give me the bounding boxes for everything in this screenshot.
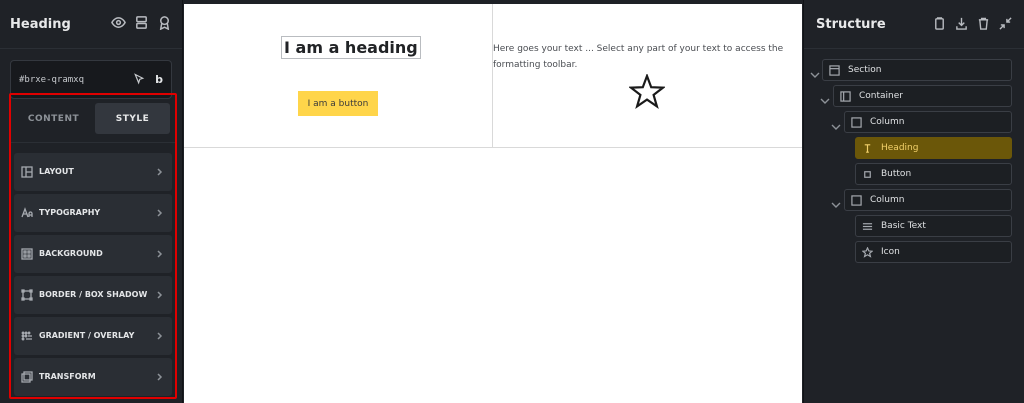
templates-icon[interactable] <box>134 15 149 34</box>
collapse-icon[interactable] <box>990 15 1012 34</box>
tree-node-column[interactable]: Column <box>844 111 1012 133</box>
canvas-basic-text[interactable]: Here goes your text ... Select any part … <box>493 41 793 73</box>
transform-icon <box>21 371 33 383</box>
border-icon <box>21 289 33 301</box>
tree-node-section[interactable]: Section <box>822 59 1012 81</box>
group-label: TYPOGRAPHY <box>39 208 101 217</box>
layout-icon <box>21 166 33 178</box>
caret-down-icon[interactable] <box>820 91 830 104</box>
group-label: BACKGROUND <box>39 249 103 258</box>
chevron-right-icon <box>157 291 163 299</box>
chevron-right-icon <box>157 250 163 258</box>
group-border-box-shadow[interactable]: BORDER / BOX SHADOW <box>14 276 172 314</box>
group-transform[interactable]: TRANSFORM <box>14 358 172 396</box>
group-gradient-overlay[interactable]: GRADIENT / OVERLAY <box>14 317 172 355</box>
tree-node-label: Section <box>848 65 882 75</box>
button-icon <box>864 170 871 178</box>
caret-down-icon[interactable] <box>831 195 841 208</box>
tree-node-icon[interactable]: Icon <box>855 241 1012 263</box>
canvas-column-1[interactable]: I am a heading I am a button <box>184 4 493 148</box>
structure-panel: Structure Section Container Column Headi… <box>803 0 1024 403</box>
group-background[interactable]: BACKGROUND <box>14 235 172 273</box>
container-icon <box>840 90 851 102</box>
element-panel-title: Heading <box>10 16 71 32</box>
group-typography[interactable]: TYPOGRAPHY <box>14 194 172 232</box>
group-label: BORDER / BOX SHADOW <box>39 290 148 299</box>
control-groups: LAYOUT TYPOGRAPHY BACKGROUND BORDER / BO… <box>11 143 175 396</box>
caret-down-icon[interactable] <box>831 117 841 130</box>
tree-node-basic-text[interactable]: Basic Text <box>855 215 1012 237</box>
tree-node-label: Icon <box>881 247 900 257</box>
background-icon <box>21 248 33 260</box>
gradient-icon <box>21 331 32 341</box>
element-panel-header: Heading <box>0 0 182 49</box>
tab-style[interactable]: STYLE <box>95 103 170 134</box>
structure-panel-title: Structure <box>816 16 886 32</box>
canvas-column-2[interactable]: Here goes your text ... Select any part … <box>493 4 802 148</box>
bold-class-icon[interactable]: b <box>155 73 163 86</box>
tree-node-heading[interactable]: Heading <box>855 137 1012 159</box>
typography-icon <box>21 207 33 218</box>
tree-node-container[interactable]: Container <box>833 85 1012 107</box>
badge-icon[interactable] <box>157 15 172 34</box>
builder-app: Heading #brxe-qramxq b CONTENT STYLE LAY… <box>0 0 1024 403</box>
column-icon <box>851 116 862 128</box>
tree-node-label: Column <box>870 117 905 127</box>
download-icon[interactable] <box>946 15 968 34</box>
tree-node-label: Heading <box>881 143 919 153</box>
panel-tabs: CONTENT STYLE <box>11 95 175 143</box>
chevron-right-icon <box>157 373 163 381</box>
group-label: LAYOUT <box>39 167 74 176</box>
star-icon <box>862 246 873 258</box>
group-layout[interactable]: LAYOUT <box>14 153 172 191</box>
chevron-right-icon <box>157 209 163 217</box>
tree-node-label: Button <box>881 169 912 179</box>
cursor-icon[interactable] <box>125 70 145 89</box>
clipboard-icon[interactable] <box>924 15 946 34</box>
column-icon <box>851 194 862 206</box>
tree-node-button[interactable]: Button <box>855 163 1012 185</box>
chevron-right-icon <box>157 168 163 176</box>
builder-canvas[interactable]: I am a heading I am a button Here goes y… <box>184 4 802 403</box>
chevron-right-icon <box>157 332 163 340</box>
style-controls-highlight: CONTENT STYLE LAYOUT TYPOGRAPHY BACKGROU… <box>9 93 177 399</box>
star-icon[interactable] <box>629 74 665 110</box>
tree-node-label: Container <box>859 91 903 101</box>
tree-node-label: Column <box>870 195 905 205</box>
eye-icon[interactable] <box>111 15 126 34</box>
element-id-text: #brxe-qramxq <box>19 74 85 85</box>
group-label: TRANSFORM <box>39 372 96 381</box>
basic-text-icon <box>862 222 873 230</box>
trash-icon[interactable] <box>968 15 990 34</box>
canvas-heading[interactable]: I am a heading <box>281 36 421 59</box>
tree-node-column[interactable]: Column <box>844 189 1012 211</box>
tree-node-label: Basic Text <box>881 221 926 231</box>
caret-down-icon[interactable] <box>810 65 820 78</box>
element-panel: Heading #brxe-qramxq b CONTENT STYLE LAY… <box>0 0 183 403</box>
structure-panel-header: Structure <box>804 0 1024 49</box>
section-icon <box>829 64 840 76</box>
heading-icon <box>864 143 871 153</box>
group-label: GRADIENT / OVERLAY <box>39 331 135 340</box>
tab-content[interactable]: CONTENT <box>16 103 91 134</box>
canvas-button[interactable]: I am a button <box>298 91 378 116</box>
